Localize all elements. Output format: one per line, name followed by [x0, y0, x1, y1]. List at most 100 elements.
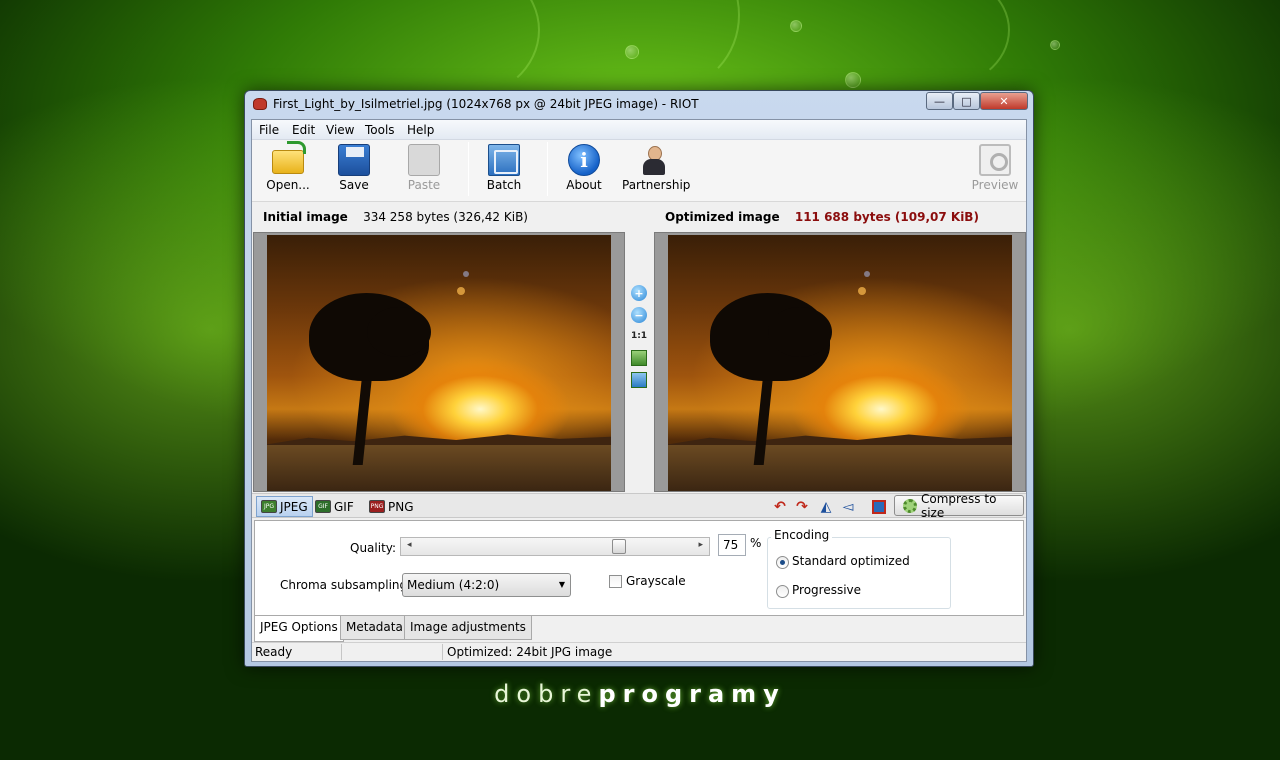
png-icon: PNG — [369, 500, 385, 513]
optimized-image — [668, 235, 1012, 491]
resize-icon[interactable] — [872, 500, 886, 514]
menu-help[interactable]: Help — [407, 123, 434, 137]
save-button[interactable]: Save — [332, 144, 376, 198]
compress-label: Compress to size — [920, 491, 997, 520]
open-label: Open... — [266, 178, 310, 192]
toolbar-separator — [468, 142, 469, 196]
close-button[interactable]: ✕ — [980, 92, 1028, 110]
progressive-radio[interactable] — [776, 585, 789, 598]
initial-label: Initial image — [263, 210, 348, 224]
minimize-button[interactable]: — — [926, 92, 953, 110]
size-info-bar: Initial image 334 258 bytes (326,42 KiB)… — [252, 203, 1026, 231]
status-info: Optimized: 24bit JPG image — [447, 645, 613, 659]
clipboard-icon — [408, 144, 440, 176]
maximize-icon: □ — [961, 94, 972, 108]
optimized-label: Optimized image — [665, 210, 780, 224]
quality-unit: % — [750, 536, 762, 550]
about-button[interactable]: i About — [562, 144, 606, 198]
format-png-tab[interactable]: PNG PNG — [364, 496, 419, 517]
photo-ground — [668, 445, 1012, 491]
actual-size-button[interactable]: 1:1 — [631, 328, 647, 344]
maximize-button[interactable]: □ — [953, 92, 980, 110]
jpeg-icon: JPG — [261, 500, 277, 513]
quality-slider-thumb[interactable] — [611, 539, 626, 554]
preview-icon — [979, 144, 1011, 176]
paste-button[interactable]: Paste — [402, 144, 446, 198]
menu-view[interactable]: View — [326, 123, 354, 137]
save-label: Save — [339, 178, 369, 192]
status-divider — [442, 644, 443, 660]
status-ready: Ready — [255, 645, 293, 659]
photo-tree-crown — [367, 307, 431, 357]
grayscale-checkbox[interactable] — [609, 575, 622, 588]
tab-jpeg-options[interactable]: JPEG Options — [254, 616, 344, 642]
standard-optimized-label[interactable]: Standard optimized — [792, 554, 910, 568]
initial-info: Initial image 334 258 bytes (326,42 KiB) — [263, 210, 528, 224]
fit-image-button[interactable] — [631, 350, 647, 366]
open-button[interactable]: Open... — [262, 141, 314, 198]
photo-orb — [864, 271, 870, 277]
chroma-value: Medium (4:2:0) — [407, 578, 500, 592]
initial-image-pane[interactable] — [253, 232, 625, 492]
compress-to-size-button[interactable]: Compress to size — [894, 492, 1024, 520]
slider-right-arrow-icon[interactable]: ▸ — [698, 540, 703, 550]
quality-label: Quality: — [350, 541, 397, 555]
app-icon — [253, 98, 267, 110]
jpeg-options-panel: Quality: ◂ ▸ 75 % Chroma subsampling: Me… — [254, 520, 1024, 616]
menu-tools[interactable]: Tools — [365, 123, 395, 137]
batch-button[interactable]: Batch — [482, 144, 526, 198]
decor-swirl — [860, 0, 1010, 90]
format-gif-tab[interactable]: GIF GIF — [310, 496, 359, 517]
partnership-button[interactable]: Partnership — [622, 144, 690, 198]
folder-open-icon — [272, 141, 306, 174]
rotate-left-icon[interactable]: ↶ — [772, 499, 788, 515]
flip-vertical-icon[interactable]: ◅ — [840, 499, 856, 515]
tab-image-adjustments[interactable]: Image adjustments — [404, 616, 532, 640]
zoom-in-button[interactable]: + — [631, 285, 647, 301]
quality-slider[interactable]: ◂ ▸ — [400, 537, 710, 556]
gif-icon: GIF — [315, 500, 331, 513]
flip-horizontal-icon[interactable]: ◭ — [818, 499, 834, 515]
decor-drop — [1050, 40, 1060, 50]
photo-orb — [463, 271, 469, 277]
grayscale-label[interactable]: Grayscale — [626, 574, 686, 588]
optimized-image-pane[interactable] — [654, 232, 1026, 492]
photo-orb — [858, 287, 866, 295]
encoding-title: Encoding — [771, 528, 833, 542]
chroma-subsampling-select[interactable]: Medium (4:2:0) ▼ — [402, 573, 571, 597]
initial-image — [267, 235, 611, 491]
window-title: First_Light_by_Isilmetriel.jpg (1024x768… — [273, 97, 699, 111]
format-gif-label: GIF — [334, 499, 354, 514]
decor-swirl — [380, 0, 540, 100]
format-png-label: PNG — [388, 499, 414, 514]
preview-button[interactable]: Preview — [970, 144, 1020, 198]
zoom-out-button[interactable]: − — [631, 307, 647, 323]
standard-optimized-radio[interactable] — [776, 556, 789, 569]
chevron-down-icon: ▼ — [558, 580, 565, 589]
person-icon — [638, 144, 670, 176]
batch-label: Batch — [486, 178, 522, 192]
decor-swirl — [600, 0, 740, 90]
close-icon: ✕ — [999, 94, 1009, 108]
optimized-size: 111 688 bytes (109,07 KiB) — [794, 210, 979, 224]
menu-file[interactable]: File — [259, 123, 279, 137]
menu-edit[interactable]: Edit — [292, 123, 315, 137]
progressive-label[interactable]: Progressive — [792, 583, 861, 597]
info-icon: i — [568, 144, 600, 176]
slider-left-arrow-icon[interactable]: ◂ — [407, 540, 412, 550]
toolbar-separator — [547, 142, 548, 196]
format-jpeg-tab[interactable]: JPG JPEG — [256, 496, 313, 517]
quality-input[interactable]: 75 — [718, 534, 746, 556]
photo-tree-crown — [768, 307, 832, 357]
minimize-icon: — — [934, 94, 945, 108]
photo-orb — [457, 287, 465, 295]
tab-metadata[interactable]: Metadata — [340, 616, 409, 640]
paste-label: Paste — [407, 178, 441, 192]
zoom-toolbar: + − 1:1 — [626, 232, 653, 492]
gear-icon — [903, 498, 917, 513]
sync-view-button[interactable] — [631, 372, 647, 388]
menu-bar: File Edit View Tools Help — [252, 120, 1026, 140]
rotate-right-icon[interactable]: ↷ — [794, 499, 810, 515]
brand-logo: dobreprogramy — [494, 680, 786, 708]
title-bar[interactable]: First_Light_by_Isilmetriel.jpg (1024x768… — [245, 91, 1033, 118]
